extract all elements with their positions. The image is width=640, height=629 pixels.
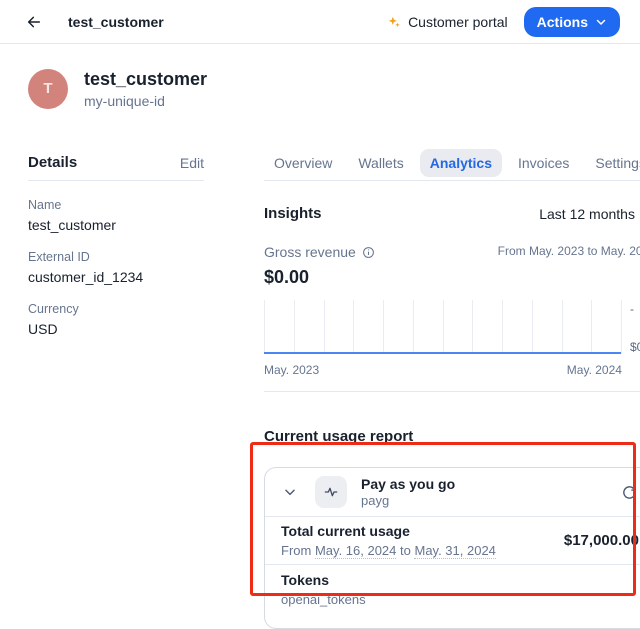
- detail-field-name: Name test_customer: [28, 198, 204, 233]
- gross-revenue-value: $0.00: [264, 267, 640, 288]
- usage-item-name: Tokens: [281, 572, 366, 589]
- customer-portal-button[interactable]: Customer portal: [387, 14, 508, 30]
- activity-pulse-icon: [315, 476, 347, 508]
- customer-portal-label: Customer portal: [408, 14, 508, 30]
- usage-report-card: Pay as you go payg Total current usage F…: [264, 467, 640, 629]
- tab-overview[interactable]: Overview: [264, 149, 342, 177]
- edit-details-button[interactable]: Edit: [180, 155, 204, 171]
- period-to-date[interactable]: May. 31, 2024: [414, 543, 495, 559]
- arrow-left-icon: [26, 14, 42, 30]
- main-panel: Overview Wallets Analytics Invoices Sett…: [264, 145, 640, 629]
- field-label: External ID: [28, 250, 204, 264]
- total-usage-amount: $17,000.00: [564, 532, 639, 549]
- x-axis-end-label: May. 2024: [567, 363, 622, 377]
- y-axis-top-label: -: [630, 302, 640, 316]
- plan-code: payg: [361, 493, 455, 509]
- field-value: USD: [28, 321, 204, 337]
- chevron-down-icon: [595, 16, 607, 28]
- y-axis-bottom-label: $0: [630, 340, 640, 354]
- refresh-button[interactable]: [619, 481, 640, 503]
- usage-report-title: Current usage report: [264, 428, 640, 445]
- details-title: Details: [28, 154, 77, 171]
- x-axis-start-label: May. 2023: [264, 363, 319, 377]
- back-button[interactable]: [22, 10, 46, 34]
- expand-toggle-button[interactable]: [279, 481, 301, 503]
- chevron-down-icon: [283, 485, 297, 499]
- chart-plot-area: [264, 300, 622, 354]
- gross-revenue-chart: - $0: [264, 300, 640, 354]
- customer-external-id: my-unique-id: [84, 93, 207, 109]
- details-panel: Details Edit Name test_customer External…: [28, 145, 204, 629]
- period-prefix: From: [281, 543, 311, 558]
- total-usage-label: Total current usage: [281, 523, 496, 540]
- info-icon[interactable]: [362, 246, 375, 259]
- plan-name: Pay as you go: [361, 476, 455, 493]
- chart-zero-line: [264, 352, 621, 354]
- refresh-icon: [621, 484, 638, 501]
- period-selector[interactable]: Last 12 months: [539, 206, 640, 222]
- field-label: Currency: [28, 302, 204, 316]
- detail-field-currency: Currency USD: [28, 302, 204, 337]
- actions-button[interactable]: Actions: [524, 7, 620, 37]
- field-value: test_customer: [28, 217, 204, 233]
- insights-title: Insights: [264, 205, 322, 222]
- top-bar: test_customer Customer portal Actions: [0, 0, 640, 44]
- tab-analytics[interactable]: Analytics: [420, 149, 502, 177]
- period-label: Last 12 months: [539, 206, 635, 222]
- avatar: T: [28, 69, 68, 109]
- tab-bar: Overview Wallets Analytics Invoices Sett…: [264, 145, 640, 181]
- period-from-date[interactable]: May. 16, 2024: [315, 543, 396, 559]
- usage-item-row: Tokens openai_tokens: [265, 564, 640, 628]
- total-usage-period: From May. 16, 2024 to May. 31, 2024: [281, 542, 496, 559]
- page-title: test_customer: [68, 14, 164, 30]
- tab-wallets[interactable]: Wallets: [348, 149, 413, 177]
- plan-header-row: Pay as you go payg: [265, 468, 640, 516]
- customer-name: test_customer: [84, 68, 207, 90]
- usage-item-code: openai_tokens: [281, 591, 366, 608]
- section-divider: [264, 391, 640, 392]
- period-joiner: to: [400, 543, 411, 558]
- actions-label: Actions: [537, 14, 588, 30]
- gross-revenue-label: Gross revenue: [264, 244, 356, 260]
- tab-invoices[interactable]: Invoices: [508, 149, 579, 177]
- sparkles-icon: [387, 15, 401, 29]
- detail-field-external-id: External ID customer_id_1234: [28, 250, 204, 285]
- total-usage-row: Total current usage From May. 16, 2024 t…: [265, 516, 640, 564]
- gross-revenue-range: From May. 2023 to May. 2024: [498, 244, 640, 258]
- field-value: customer_id_1234: [28, 269, 204, 285]
- field-label: Name: [28, 198, 204, 212]
- tab-settings[interactable]: Settings: [585, 149, 640, 177]
- customer-header: T test_customer my-unique-id: [0, 44, 640, 109]
